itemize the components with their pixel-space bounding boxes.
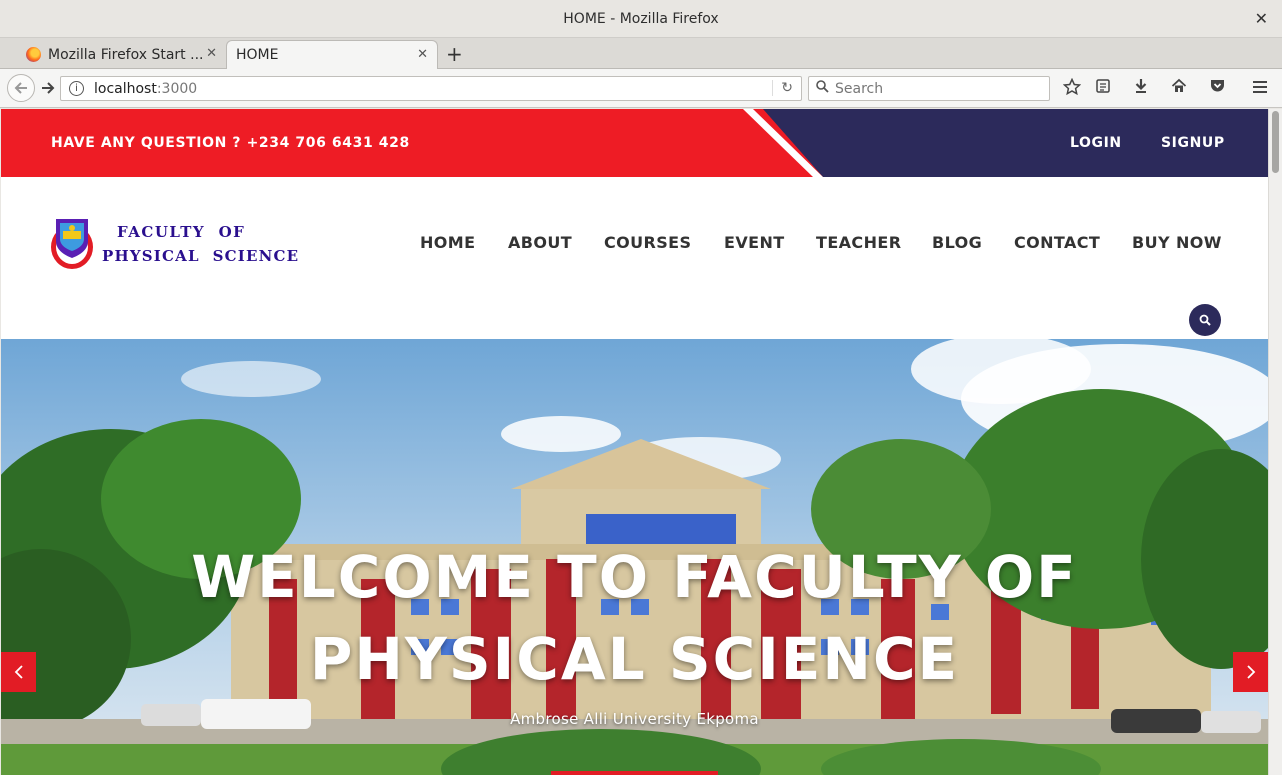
logo-line-2: PHYSICAL SCIENCE: [102, 247, 300, 265]
tab-label: Mozilla Firefox Start ...: [48, 46, 204, 63]
nav-event[interactable]: EVENT: [724, 233, 785, 252]
reading-list-icon[interactable]: [1092, 78, 1114, 100]
nav-about[interactable]: ABOUT: [508, 233, 572, 252]
site-logo[interactable]: FACULTY OF PHYSICAL SCIENCE: [50, 217, 298, 273]
hero-subtitle: Ambrose Alli University Ekpoma: [510, 710, 759, 728]
contact-question-text: HAVE ANY QUESTION ? +234 706 6431 428: [51, 135, 410, 151]
tab-close-icon[interactable]: ✕: [417, 47, 428, 62]
tab-firefox-start[interactable]: Mozilla Firefox Start ... ✕: [4, 40, 226, 69]
scrollbar-thumb[interactable]: [1272, 111, 1279, 173]
nav-home[interactable]: HOME: [420, 233, 475, 252]
pocket-icon[interactable]: [1206, 78, 1228, 100]
new-tab-icon[interactable]: +: [446, 40, 464, 68]
slider-prev-button[interactable]: [1, 652, 36, 692]
chevron-right-icon: [1246, 665, 1255, 679]
login-link[interactable]: LOGIN: [1070, 135, 1122, 151]
search-bar[interactable]: Search: [808, 76, 1050, 101]
logo-line-1: FACULTY OF: [117, 223, 246, 241]
bookmark-star-icon[interactable]: [1061, 77, 1083, 100]
firefox-favicon-icon: [26, 47, 41, 62]
nav-blog[interactable]: BLOG: [932, 233, 982, 252]
url-bar[interactable]: i localhost:3000 ↻: [60, 76, 802, 101]
info-icon[interactable]: i: [69, 81, 84, 96]
slider-next-button[interactable]: [1233, 652, 1268, 692]
top-contact-bar: HAVE ANY QUESTION ? +234 706 6431 428 LO…: [1, 109, 1268, 177]
nav-contact[interactable]: CONTACT: [1014, 233, 1100, 252]
hero-title-line-1: WELCOME TO FACULTY OF: [191, 543, 1078, 611]
search-icon: [1199, 314, 1211, 326]
chevron-left-icon: [14, 665, 23, 679]
url-host: localhost: [94, 80, 157, 97]
hero-title: WELCOME TO FACULTY OF PHYSICAL SCIENCE: [1, 536, 1268, 700]
home-icon[interactable]: [1168, 78, 1190, 100]
search-placeholder: Search: [835, 80, 884, 97]
tab-home[interactable]: HOME ✕: [226, 40, 438, 69]
nav-courses[interactable]: COURSES: [604, 233, 691, 252]
university-crest-icon: [51, 219, 93, 269]
tab-label: HOME: [236, 47, 279, 63]
tab-bar: Mozilla Firefox Start ... ✕ HOME ✕ +: [0, 38, 1282, 69]
tab-close-icon[interactable]: ✕: [206, 46, 217, 61]
downloads-icon[interactable]: [1130, 78, 1152, 100]
forward-arrow-icon: [42, 82, 55, 94]
hero-slider: WELCOME TO FACULTY OF PHYSICAL SCIENCE A…: [1, 339, 1268, 775]
search-icon: [816, 80, 829, 97]
window-title: HOME - Mozilla Firefox: [563, 10, 719, 27]
menu-icon[interactable]: [1249, 78, 1271, 100]
hero-title-line-2: PHYSICAL SCIENCE: [309, 625, 960, 693]
page-viewport: HAVE ANY QUESTION ? +234 706 6431 428 LO…: [1, 109, 1268, 775]
forward-button[interactable]: [38, 77, 58, 99]
page-scrollbar[interactable]: [1268, 109, 1282, 775]
site-search-button[interactable]: [1189, 304, 1221, 336]
back-button[interactable]: [7, 74, 35, 102]
reload-icon[interactable]: ↻: [772, 80, 793, 96]
site-header: FACULTY OF PHYSICAL SCIENCE HOME ABOUT C…: [1, 177, 1268, 339]
hero-cta-bar[interactable]: [551, 771, 718, 775]
window-close-icon[interactable]: ✕: [1255, 9, 1268, 28]
signup-link[interactable]: SIGNUP: [1161, 135, 1225, 151]
url-port: :3000: [156, 80, 198, 97]
nav-teacher[interactable]: TEACHER: [816, 233, 901, 252]
nav-buy-now[interactable]: BUY NOW: [1132, 233, 1222, 252]
nav-toolbar: i localhost:3000 ↻ Search: [0, 69, 1282, 108]
window-titlebar: HOME - Mozilla Firefox ✕: [0, 0, 1282, 38]
back-arrow-icon: [14, 82, 27, 94]
